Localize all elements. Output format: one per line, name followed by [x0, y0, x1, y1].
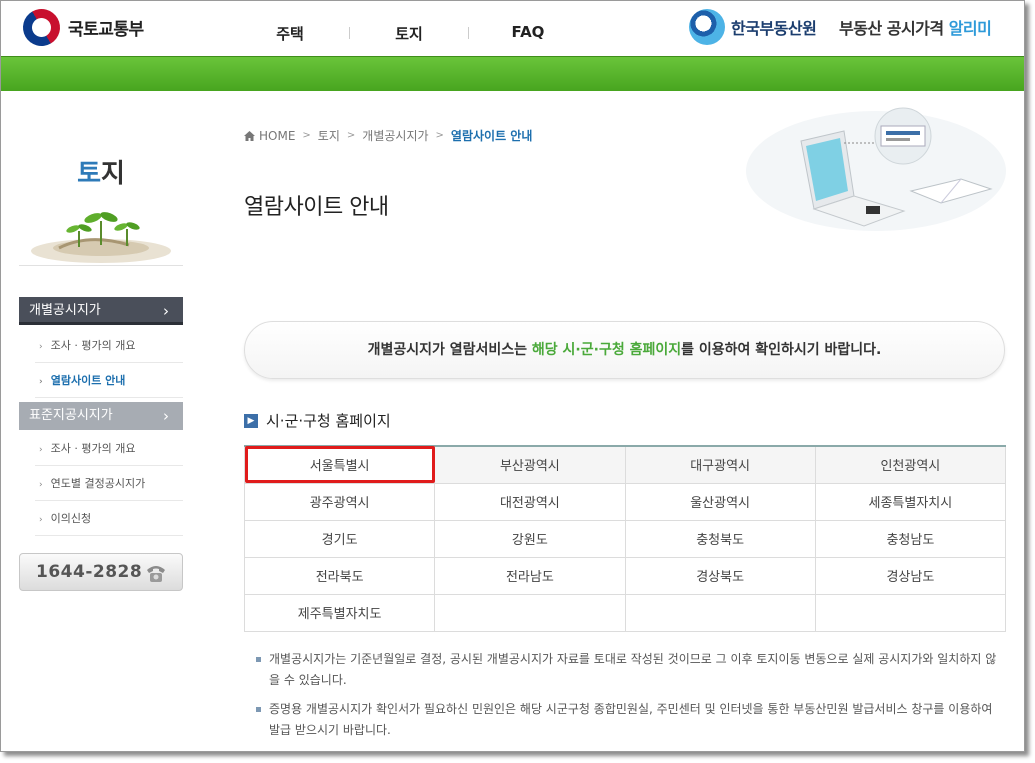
service-name-prefix: 부동산 공시가격	[839, 19, 949, 38]
breadcrumb: HOME > 토지 > 개별공시지가 > 열람사이트 안내	[244, 127, 532, 144]
sidebar-title: 토지	[19, 153, 183, 190]
sidebar-divider	[19, 265, 183, 266]
chevron-right-icon: ›	[163, 407, 169, 425]
region-table: 서울특별시 부산광역시 대구광역시 인천광역시 광주광역시 대전광역시 울산광역…	[243, 445, 1007, 632]
nav-housing[interactable]: 주택	[231, 23, 349, 44]
region-seoul[interactable]: 서울특별시	[243, 446, 436, 484]
region-gangwon[interactable]: 강원도	[434, 520, 626, 558]
table-cell-empty	[434, 594, 626, 632]
menu-label: 표준지공시지가	[29, 408, 113, 423]
laptop-illustration-icon	[746, 107, 1006, 231]
region-gyeongnam[interactable]: 경상남도	[815, 557, 1007, 595]
browser-page: 국토교통부 주택 토지 FAQ 한국부동산원 부동산 공시가격 알리미 토지 개…	[0, 0, 1025, 752]
region-busan[interactable]: 부산광역시	[434, 446, 626, 484]
phone-contact-box[interactable]: 1644-2828	[19, 553, 183, 591]
chevron-right-icon: ›	[39, 342, 43, 352]
arrow-box-icon: ▶	[244, 413, 258, 428]
sidebar-title-rest: 지	[101, 159, 125, 189]
region-gwangju[interactable]: 광주광역시	[243, 483, 436, 521]
service-name[interactable]: 부동산 공시가격 알리미	[839, 15, 992, 39]
chevron-right-icon: ›	[39, 480, 43, 490]
submenu-label: 조사 · 평가의 개요	[50, 442, 136, 455]
submenu-label: 조사 · 평가의 개요	[50, 339, 136, 352]
page-title: 열람사이트 안내	[244, 195, 389, 220]
submenu-viewing-sites[interactable]: › 열람사이트 안내	[35, 364, 183, 398]
phone-number: 1644-2828	[36, 562, 143, 582]
region-daejeon[interactable]: 대전광역시	[434, 483, 626, 521]
table-row: 제주특별자치도	[243, 594, 1007, 632]
submenu-label: 열람사이트 안내	[50, 374, 126, 387]
home-icon	[244, 130, 255, 141]
chevron-right-icon: >	[346, 130, 356, 141]
nav-faq[interactable]: FAQ	[469, 23, 587, 44]
breadcrumb-current: 열람사이트 안내	[450, 129, 533, 143]
notice-text-after: 를 이용하여 확인하시기 바랍니다.	[681, 342, 882, 358]
region-incheon[interactable]: 인천광역시	[815, 446, 1007, 484]
submenu-label: 연도별 결정공시지가	[50, 477, 146, 490]
service-name-accent: 알리미	[948, 19, 992, 38]
submenu-survey-overview[interactable]: › 조사 · 평가의 개요	[35, 329, 183, 363]
green-banner-bar	[1, 56, 1024, 91]
sprout-illustration-icon	[31, 212, 171, 263]
submenu-annual-prices[interactable]: › 연도별 결정공시지가	[35, 467, 183, 501]
agency-logo-icon[interactable]	[689, 9, 725, 45]
region-jeju[interactable]: 제주특별자치도	[243, 594, 436, 632]
table-row: 경기도 강원도 충청북도 충청남도	[243, 520, 1007, 558]
ministry-name[interactable]: 국토교통부	[68, 15, 144, 40]
region-gyeongbuk[interactable]: 경상북도	[625, 557, 816, 595]
submenu-label: 이의신청	[50, 512, 92, 525]
agency-name[interactable]: 한국부동산원	[731, 15, 817, 39]
region-gyeonggi[interactable]: 경기도	[243, 520, 436, 558]
table-cell-empty	[625, 594, 816, 632]
telephone-icon	[147, 566, 165, 582]
note-item: 증명용 개별공시지가 확인서가 필요하신 민원인은 해당 시군구청 종합민원실,…	[256, 699, 1006, 741]
notes-list: 개별공시지가는 기준년월일로 결정, 공시된 개별공시지가 자료를 토대로 작성…	[256, 649, 1006, 749]
chevron-right-icon: ›	[163, 302, 169, 320]
region-ulsan[interactable]: 울산광역시	[625, 483, 816, 521]
government-emblem-icon[interactable]	[16, 2, 67, 53]
sidebar-title-accent: 토	[77, 159, 101, 189]
notice-highlight: 해당 시·군·구청 홈페이지	[531, 342, 682, 358]
submenu-objection[interactable]: › 이의신청	[35, 502, 183, 536]
region-jeonbuk[interactable]: 전라북도	[243, 557, 436, 595]
notice-text-before: 개별공시지가 열람서비스는	[367, 342, 532, 358]
menu-label: 개별공시지가	[29, 303, 101, 318]
table-row: 전라북도 전라남도 경상북도 경상남도	[243, 557, 1007, 595]
menu-standard-land-price[interactable]: 표준지공시지가 ›	[19, 402, 183, 430]
chevron-right-icon: >	[435, 130, 444, 141]
region-chungnam[interactable]: 충청남도	[815, 520, 1007, 558]
region-chungbuk[interactable]: 충청북도	[625, 520, 816, 558]
top-navigation: 주택 토지 FAQ	[231, 23, 587, 44]
breadcrumb-land[interactable]: 토지	[318, 127, 340, 144]
table-row: 서울특별시 부산광역시 대구광역시 인천광역시	[243, 446, 1007, 484]
region-jeonnam[interactable]: 전라남도	[434, 557, 626, 595]
table-cell-empty	[815, 594, 1007, 632]
section-header: ▶ 시·군·구청 홈페이지	[244, 410, 391, 431]
submenu-survey-overview-standard[interactable]: › 조사 · 평가의 개요	[35, 432, 183, 466]
breadcrumb-home[interactable]: HOME	[259, 129, 295, 143]
notice-box: 개별공시지가 열람서비스는 해당 시·군·구청 홈페이지를 이용하여 확인하시기…	[244, 321, 1005, 379]
table-row: 광주광역시 대전광역시 울산광역시 세종특별자치시	[243, 483, 1007, 521]
region-sejong[interactable]: 세종특별자치시	[815, 483, 1007, 521]
chevron-right-icon: >	[302, 130, 311, 141]
section-title: 시·군·구청 홈페이지	[266, 412, 391, 430]
site-header: 국토교통부 주택 토지 FAQ 한국부동산원 부동산 공시가격 알리미	[1, 1, 1024, 56]
breadcrumb-individual-price[interactable]: 개별공시지가	[362, 127, 428, 144]
region-daegu[interactable]: 대구광역시	[625, 446, 816, 484]
nav-land[interactable]: 토지	[350, 23, 468, 44]
chevron-right-icon: ›	[39, 445, 43, 455]
note-item: 개별공시지가는 기준년월일로 결정, 공시된 개별공시지가 자료를 토대로 작성…	[256, 649, 1006, 691]
menu-individual-land-price[interactable]: 개별공시지가 ›	[19, 297, 183, 325]
chevron-right-icon: ›	[39, 377, 43, 387]
chevron-right-icon: ›	[39, 515, 43, 525]
